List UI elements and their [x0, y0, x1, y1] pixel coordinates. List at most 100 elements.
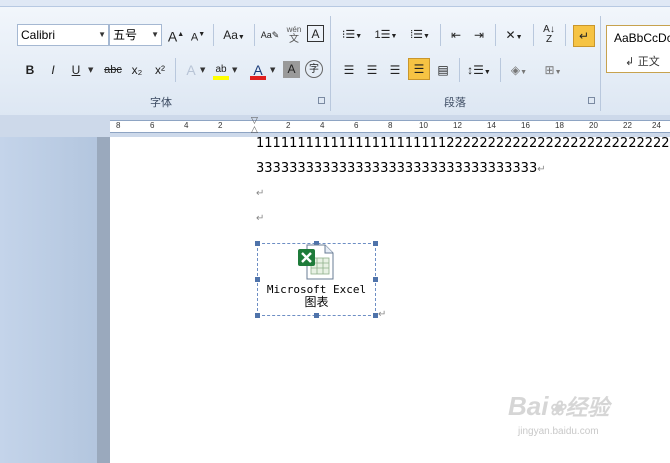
paw-icon: ❀	[548, 398, 566, 420]
ruler-tick: 14	[487, 121, 496, 130]
increase-indent-icon: ⇥	[473, 28, 485, 42]
excel-object-label-line2: 图表	[304, 295, 329, 309]
shading-button[interactable]: ◈▼	[506, 60, 532, 80]
ruler-tick: 8	[388, 121, 393, 130]
paragraph-dialog-launcher[interactable]	[588, 97, 595, 104]
bold-button[interactable]: B	[20, 60, 40, 80]
font-dialog-launcher[interactable]	[318, 97, 325, 104]
paragraph-group-label: 段落	[444, 96, 466, 109]
watermark-brand: Bai❀经验	[508, 391, 610, 421]
font-size-combo[interactable]: 五号 ▼	[109, 24, 162, 46]
resize-handle[interactable]	[255, 241, 260, 246]
subscript-button[interactable]: x₂	[127, 60, 147, 80]
ruler-tick: 8	[116, 121, 121, 130]
font-color-swatch	[250, 76, 266, 80]
chevron-down-icon[interactable]: ▼	[151, 25, 159, 45]
increase-indent-button[interactable]: ⇥	[469, 25, 489, 45]
numbering-button[interactable]: 1☰▼	[373, 25, 399, 45]
paint-bucket-icon: ◈	[510, 63, 521, 77]
watermark-url: jingyan.baidu.com	[518, 426, 599, 437]
paragraph-mark: ↵	[537, 164, 546, 175]
clear-format-button[interactable]: Aa✎	[260, 25, 280, 45]
paragraph-mark: ↵	[256, 188, 265, 199]
ruler-tick: 2	[218, 121, 223, 130]
strikethrough-button[interactable]: abc	[100, 60, 126, 80]
italic-button[interactable]: I	[43, 60, 63, 80]
line-spacing-button[interactable]: ↕☰▼	[465, 60, 493, 80]
chevron-down-icon[interactable]: ▼	[88, 66, 93, 74]
divider	[533, 24, 534, 46]
numbered-list-icon: 1☰	[374, 29, 391, 41]
superscript-button[interactable]: x²	[150, 60, 170, 80]
divider	[213, 24, 214, 46]
borders-icon: ⊞	[544, 63, 555, 77]
phonetic-guide-button[interactable]: wén 文	[283, 25, 305, 45]
justify-icon: ☰	[413, 62, 425, 76]
borders-button[interactable]: ⊞▼	[539, 60, 567, 80]
distributed-button[interactable]: ▤	[433, 60, 453, 80]
font-name-value: Calibri	[21, 28, 56, 42]
font-name-combo[interactable]: Calibri ▼	[17, 24, 109, 46]
font-size-value: 五号	[113, 28, 138, 42]
character-shading-button[interactable]: A	[283, 61, 300, 78]
font-color-button[interactable]: A	[248, 60, 268, 80]
chevron-down-icon[interactable]: ▼	[232, 66, 237, 74]
document-workspace	[0, 137, 110, 463]
divider	[500, 58, 501, 82]
grow-font-button[interactable]: A▲	[166, 25, 186, 45]
enclose-characters-button[interactable]: 字	[305, 60, 323, 78]
align-center-button[interactable]: ☰	[362, 60, 382, 80]
chevron-down-icon[interactable]: ▼	[270, 66, 275, 74]
highlight-button[interactable]: ab	[211, 60, 231, 80]
chinese-layout-button[interactable]: ✕▼	[501, 25, 527, 45]
pilcrow-icon: ↵	[578, 29, 590, 43]
text-effect-button[interactable]: A	[181, 60, 201, 80]
ruler-tick: 6	[354, 121, 359, 130]
justify-button[interactable]: ☰	[408, 58, 430, 80]
doc-line-1[interactable]: 1111111111111111111111122222222222222222…	[256, 136, 670, 151]
ruler-tick: 18	[555, 121, 564, 130]
align-left-button[interactable]: ☰	[339, 60, 359, 80]
shrink-font-button[interactable]: A▼	[188, 25, 208, 45]
distributed-icon: ▤	[437, 63, 449, 77]
decrease-indent-button[interactable]: ⇤	[446, 25, 466, 45]
clear-format-icon: Aa✎	[260, 30, 280, 40]
divider	[440, 24, 441, 46]
align-right-button[interactable]: ☰	[385, 60, 405, 80]
change-case-button[interactable]: Aa▼	[220, 25, 248, 45]
multilevel-list-button[interactable]: ⁞☰▼	[406, 25, 434, 45]
character-border-button[interactable]: A	[307, 25, 324, 42]
paragraph-mark: ↵	[378, 309, 387, 320]
style-normal-label: ↲ 正文	[625, 55, 660, 68]
page-edge	[97, 137, 110, 463]
ruler-tick: 24	[652, 121, 661, 130]
align-center-icon: ☰	[366, 63, 378, 77]
excel-object-label: Microsoft Excel 图表	[257, 283, 376, 309]
ruler-tick: 22	[623, 121, 632, 130]
horizontal-ruler[interactable]: 8 6 4 2 2 4 6 8 10 12 14 16 18 20 22 24	[110, 120, 670, 133]
ruler-tick: 10	[419, 121, 428, 130]
ruler-tick: 6	[150, 121, 155, 130]
ruler-tick: 20	[589, 121, 598, 130]
baidu-jingyan-watermark: Bai❀经验 jingyan.baidu.com	[508, 384, 658, 444]
underline-button[interactable]: U	[66, 60, 86, 80]
chevron-down-icon[interactable]: ▼	[200, 66, 205, 74]
ribbon-tab-strip[interactable]	[0, 0, 670, 7]
chevron-down-icon[interactable]: ▼	[98, 25, 106, 45]
resize-handle[interactable]	[373, 241, 378, 246]
resize-handle[interactable]	[373, 277, 378, 282]
bullets-button[interactable]: ⁝☰▼	[339, 25, 365, 45]
paragraph-mark: ↵	[256, 213, 265, 224]
resize-handle[interactable]	[255, 277, 260, 282]
highlight-swatch	[213, 76, 229, 80]
divider	[565, 24, 566, 46]
doc-line-2[interactable]: 3333333333333333333333333333333333↵	[256, 161, 546, 176]
indent-marker-icon[interactable]: ▽ △	[251, 117, 258, 135]
sort-az-icon: A↓ Z	[543, 24, 555, 45]
style-normal-tile[interactable]: AaBbCcDc ↲ 正文	[606, 25, 670, 73]
group-divider	[600, 16, 601, 111]
resize-handle[interactable]	[255, 313, 260, 318]
sort-button[interactable]: A↓ Z	[539, 25, 559, 45]
resize-handle[interactable]	[314, 313, 319, 318]
show-hide-marks-button[interactable]: ↵	[573, 25, 595, 47]
